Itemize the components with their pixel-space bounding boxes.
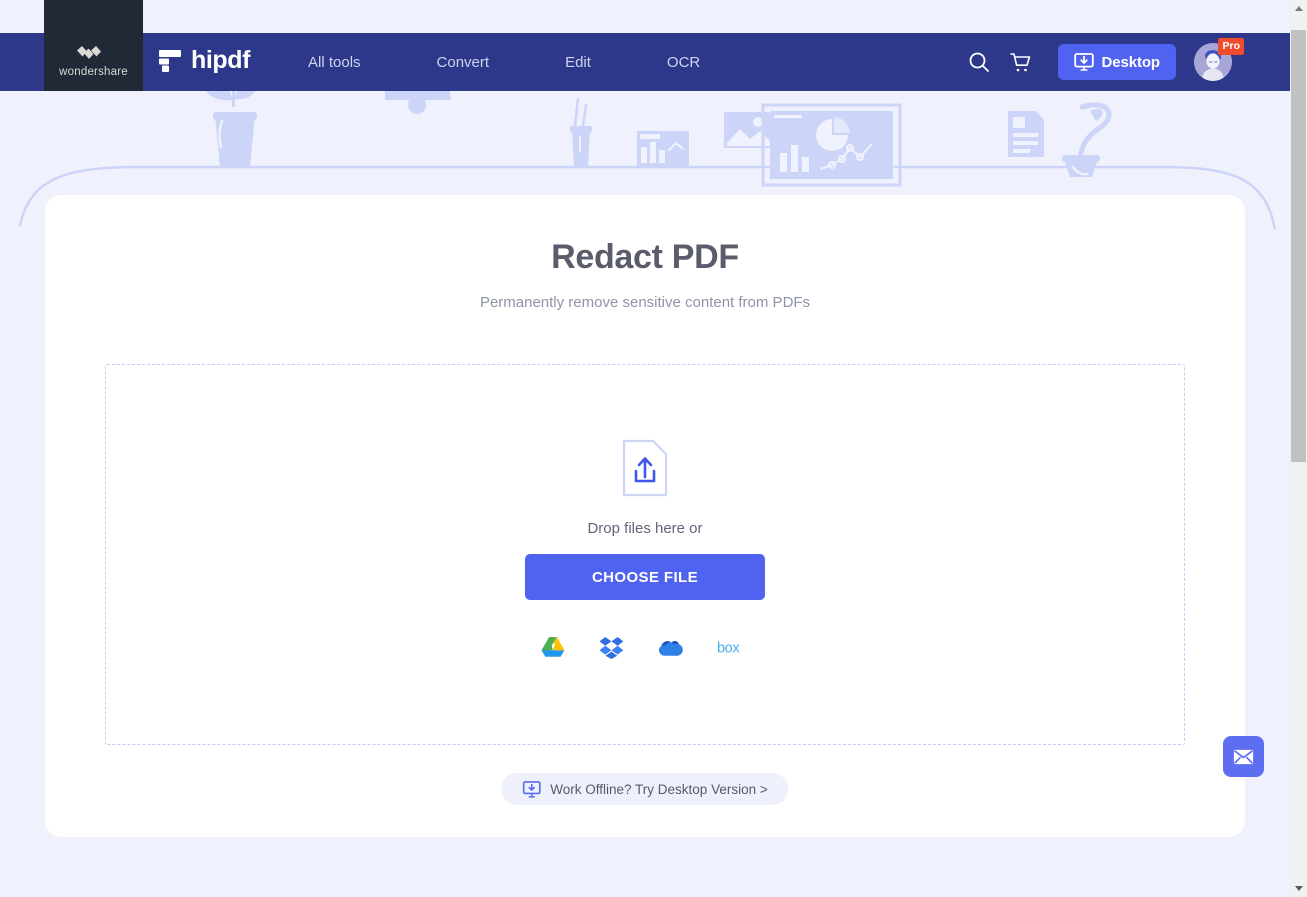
search-icon	[969, 52, 989, 72]
wondershare-brand-block[interactable]: wondershare	[44, 0, 143, 91]
cart-button[interactable]	[1000, 41, 1042, 83]
onedrive-icon	[658, 640, 683, 656]
document-upload-icon	[622, 439, 668, 497]
nav-link-edit[interactable]: Edit	[547, 54, 609, 71]
top-navbar: wondershare hipdf All tools Convert Edit…	[0, 0, 1290, 91]
page-subtitle: Permanently remove sensitive content fro…	[479, 294, 811, 311]
dropbox-button[interactable]	[599, 634, 625, 660]
desktop-button-label: Desktop	[1101, 53, 1161, 71]
scroll-down-arrow[interactable]	[1290, 880, 1307, 897]
box-icon: box	[717, 640, 741, 655]
hipdf-logo[interactable]: hipdf	[158, 48, 250, 73]
download-to-monitor-icon	[1073, 53, 1094, 71]
scroll-up-arrow[interactable]	[1290, 0, 1307, 17]
choose-file-button[interactable]: CHOOSE FILE	[525, 554, 765, 600]
drop-files-text: Drop files here or	[587, 520, 703, 537]
nav-link-ocr[interactable]: OCR	[649, 54, 718, 71]
contact-support-button[interactable]	[1223, 736, 1264, 777]
wondershare-label: wondershare	[59, 66, 128, 78]
shopping-cart-icon	[1010, 52, 1031, 71]
nav-link-all-tools[interactable]: All tools	[290, 54, 379, 71]
google-drive-button[interactable]	[540, 634, 566, 660]
desktop-download-button[interactable]: Desktop	[1057, 44, 1176, 80]
cloud-sources-row: box	[540, 634, 751, 660]
browser-viewport: wondershare hipdf All tools Convert Edit…	[0, 0, 1307, 897]
download-to-monitor-icon	[522, 780, 541, 798]
nav-actions: Desktop Pro	[958, 33, 1244, 91]
envelope-icon	[1233, 749, 1254, 764]
hipdf-logo-icon	[159, 49, 181, 72]
file-dropzone[interactable]: Drop files here or CHOOSE FILE box	[105, 364, 1185, 745]
browser-scrollbar[interactable]	[1290, 0, 1307, 897]
svg-text:box: box	[717, 640, 740, 655]
wondershare-w-icon	[76, 46, 101, 59]
account-avatar-button[interactable]: Pro	[1194, 38, 1244, 81]
hipdf-wordmark: hipdf	[191, 46, 251, 74]
tool-card: Redact PDF Permanently remove sensitive …	[45, 195, 1245, 837]
scrollbar-thumb[interactable]	[1291, 30, 1306, 462]
work-offline-pill[interactable]: Work Offline? Try Desktop Version >	[501, 773, 789, 805]
page-content: wondershare hipdf All tools Convert Edit…	[0, 0, 1290, 897]
box-button[interactable]: box	[717, 634, 751, 660]
page-title: Redact PDF	[551, 238, 739, 276]
google-drive-icon	[541, 637, 564, 657]
work-offline-label: Work Offline? Try Desktop Version >	[550, 781, 768, 797]
dropbox-icon	[599, 636, 624, 659]
primary-nav: All tools Convert Edit OCR	[290, 33, 718, 91]
search-button[interactable]	[958, 41, 1000, 83]
onedrive-button[interactable]	[658, 634, 684, 660]
nav-link-convert[interactable]: Convert	[419, 54, 508, 71]
pro-badge: Pro	[1218, 38, 1244, 55]
